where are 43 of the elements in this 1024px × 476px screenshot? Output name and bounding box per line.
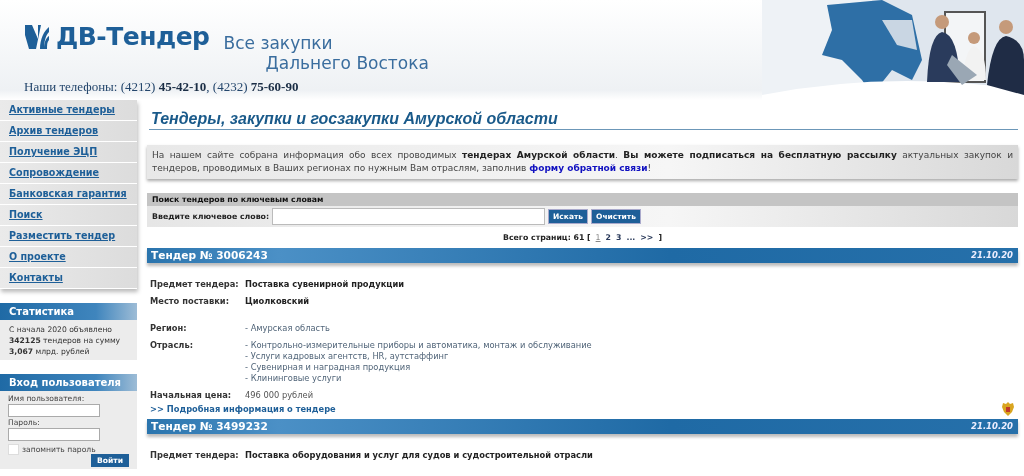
- logo-icon: [24, 22, 50, 51]
- field-label: Предмет тендера:: [150, 450, 240, 461]
- slogan-text: Все закупки: [223, 33, 334, 53]
- field-value: Поставка оборудования и услуг для судов и судостроительной отрасли: [245, 450, 594, 461]
- price-value: 496 000 рублей: [245, 390, 315, 401]
- intro-text: На нашем сайте собрана информация обо всех проводимых тендерах Амурской области. Вы можете подписаться на бесплатную рассылку актуальных закупок и тендеров, проводимых в Ваших регионах по нужным Вам отраслям, заполнив форму обратной связи!: [147, 145, 1018, 179]
- field-label: Регион:: [150, 323, 188, 334]
- sidebar-link[interactable]: Сопровождение: [0, 163, 137, 184]
- sidebar-link[interactable]: Разместить тендер: [0, 226, 137, 247]
- sidebar-link[interactable]: Архив тендеров: [0, 121, 137, 142]
- phone-numbers: Наши телефоны: (4212) 45-42-10, (4232) 75-60-90: [24, 79, 300, 95]
- field-label: Предмет тендера:: [150, 279, 240, 290]
- site-logo[interactable]: ДВ-Тендер: [56, 22, 210, 51]
- details-link[interactable]: >> Подробная информация о тендере: [150, 404, 336, 414]
- list-item: - Контрольно-измерительные приборы и автоматика, монтаж и обслуживание: [245, 340, 593, 351]
- page-title: Тендеры, закупки и госзакупки Амурской области: [151, 110, 559, 129]
- field-label: Место поставки:: [150, 296, 230, 307]
- input-field[interactable]: [8, 428, 100, 441]
- tender-title: Тендер № 3006243: [151, 249, 268, 261]
- sidebar-link[interactable]: Контакты: [0, 268, 137, 289]
- field-value: Циолковский: [245, 296, 311, 307]
- sidebar-link[interactable]: Активные тендеры: [0, 100, 137, 121]
- tender-date: 21.10.20: [971, 250, 1013, 260]
- field-label: Отрасль:: [150, 340, 194, 352]
- search-field[interactable]: [272, 208, 546, 225]
- slogan-text: Дальнего Востока: [265, 53, 429, 73]
- input-field[interactable]: [8, 404, 100, 417]
- sidebar-link[interactable]: Поиск: [0, 205, 137, 226]
- sidebar-link[interactable]: О проекте: [0, 247, 137, 268]
- field-value: Поставка сувенирной продукции: [245, 279, 406, 290]
- list-item: - Амурская область: [245, 323, 331, 334]
- checkbox[interactable]: [8, 444, 19, 455]
- tender-date: 21.10.20: [971, 421, 1013, 431]
- list-item: - Сувенирная и наградная продукция: [245, 362, 412, 373]
- list-item: - Клининговые услуги: [245, 373, 343, 384]
- sidebar-link[interactable]: Получение ЭЦП: [0, 142, 137, 163]
- sidebar-link[interactable]: Банковская гарантия: [0, 184, 137, 205]
- panel-header: Статистика: [0, 303, 137, 320]
- list-item: - Услуги кадровых агентств, HR, аутстаффинг: [245, 351, 450, 362]
- tender-title: Тендер № 3499232: [151, 420, 268, 432]
- field-label: Начальная цена:: [150, 390, 233, 401]
- feedback-link[interactable]: форму обратной связи: [529, 163, 648, 173]
- panel-header: Вход пользователя: [0, 374, 137, 391]
